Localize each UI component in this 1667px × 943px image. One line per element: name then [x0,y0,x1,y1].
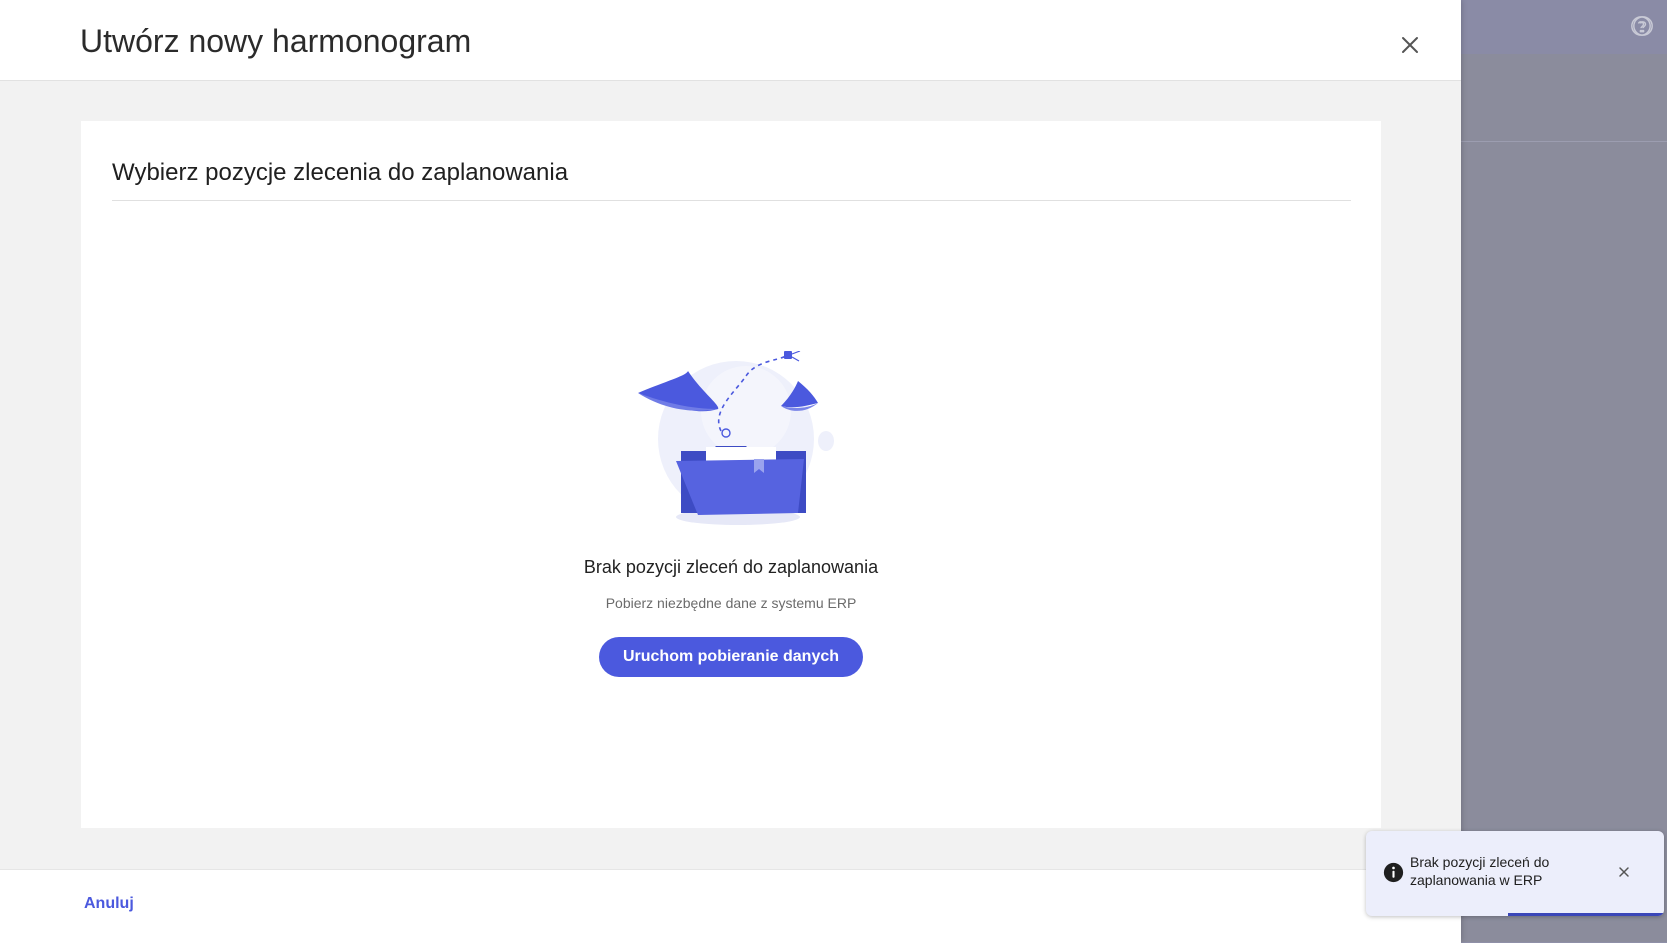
empty-state-subtitle: Pobierz niezbędne dane z systemu ERP [605,595,857,611]
section-title: Wybierz pozycje zlecenia do zaplanowania [112,159,569,186]
info-icon [1383,862,1404,883]
start-data-fetch-button[interactable]: Uruchom pobieranie danych [599,637,863,677]
close-icon[interactable] [1398,33,1422,57]
empty-state-title: Brak pozycji zleceń do zaplanowania [583,557,879,577]
modal-footer: Anuluj [0,869,1461,943]
background-divider [1460,141,1667,142]
modal-title: Utwórz nowy harmonogram [80,23,472,59]
order-items-card: Wybierz pozycje zlecenia do zaplanowania [81,121,1381,828]
modal-header: Utwórz nowy harmonogram [0,0,1461,81]
help-icon-visible[interactable] [1632,15,1654,37]
cancel-button[interactable]: Anuluj [84,895,134,913]
folder-illustration [626,351,846,531]
toast-close-icon[interactable] [1616,864,1632,880]
toast-message: Brak pozycji zleceń do zaplanowania w ER… [1410,854,1550,888]
section-divider [112,200,1351,201]
toast-progress-bar [1508,913,1664,916]
info-toast: Brak pozycji zleceń do zaplanowania w ER… [1366,831,1664,916]
create-schedule-modal: Utwórz nowy harmonogram Wybierz pozycje … [0,0,1461,943]
